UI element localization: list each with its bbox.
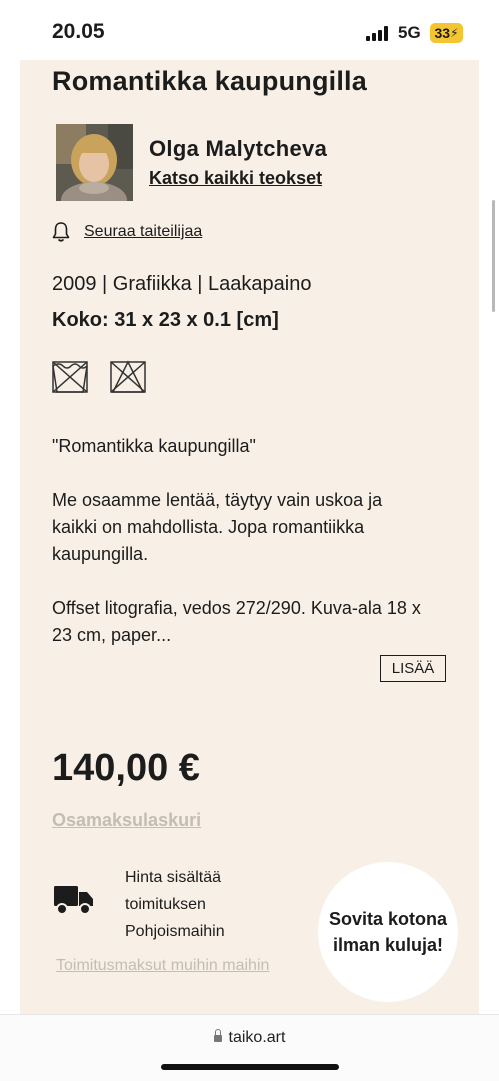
battery-level: 33 xyxy=(434,25,451,41)
lock-icon xyxy=(213,1029,222,1042)
bell-icon xyxy=(52,221,70,248)
shipping-info: Hinta sisältää toimituksen Pohjoismaihin xyxy=(125,869,225,940)
status-time: 20.05 xyxy=(52,20,105,43)
browser-address-bar[interactable]: taiko.art xyxy=(0,1014,499,1081)
price: 140,00 € xyxy=(52,747,200,789)
try-at-home-badge[interactable]: Sovita kotona ilman kuluja! xyxy=(318,862,458,1002)
battery-icon: 33 ⚡ xyxy=(430,23,463,43)
description-body: Me osaamme lentää, täytyy vain uskoa ja … xyxy=(52,490,383,564)
truck-icon xyxy=(53,883,95,917)
all-works-link[interactable]: Katso kaikki teokset xyxy=(149,168,322,189)
network-label: 5G xyxy=(398,23,421,42)
artwork-meta: 2009 | Grafiikka | Laakapaino xyxy=(52,273,312,295)
more-button[interactable]: LISÄÄ xyxy=(380,655,446,682)
try-at-home-label: Sovita kotona ilman kuluja! xyxy=(328,909,448,955)
status-bar: 20.05 5G 33 ⚡ xyxy=(0,0,499,62)
follow-artist-label[interactable]: Seuraa taiteilijaa xyxy=(84,223,202,241)
description-details: Offset litografia, vedos 272/290. Kuva-a… xyxy=(52,598,421,645)
artwork-title: Romantikka kaupungilla xyxy=(52,66,367,96)
description-title: "Romantikka kaupungilla" xyxy=(52,436,256,456)
artwork-size: Koko: 31 x 23 x 0.1 [cm] xyxy=(52,309,279,331)
no-washing-icon xyxy=(51,358,89,396)
no-ironing-icon xyxy=(109,358,147,396)
follow-artist-button[interactable] xyxy=(52,221,70,248)
scrollbar[interactable] xyxy=(492,200,495,312)
signal-icon xyxy=(366,25,390,41)
home-indicator[interactable] xyxy=(161,1064,339,1070)
artist-avatar[interactable] xyxy=(56,124,133,201)
shipping-costs-link[interactable]: Toimitusmaksut muihin maihin xyxy=(56,957,269,975)
url-text: taiko.art xyxy=(228,1029,286,1046)
installment-calculator-link[interactable]: Osamaksulaskuri xyxy=(52,810,201,831)
artist-name: Olga Malytcheva xyxy=(149,136,328,161)
